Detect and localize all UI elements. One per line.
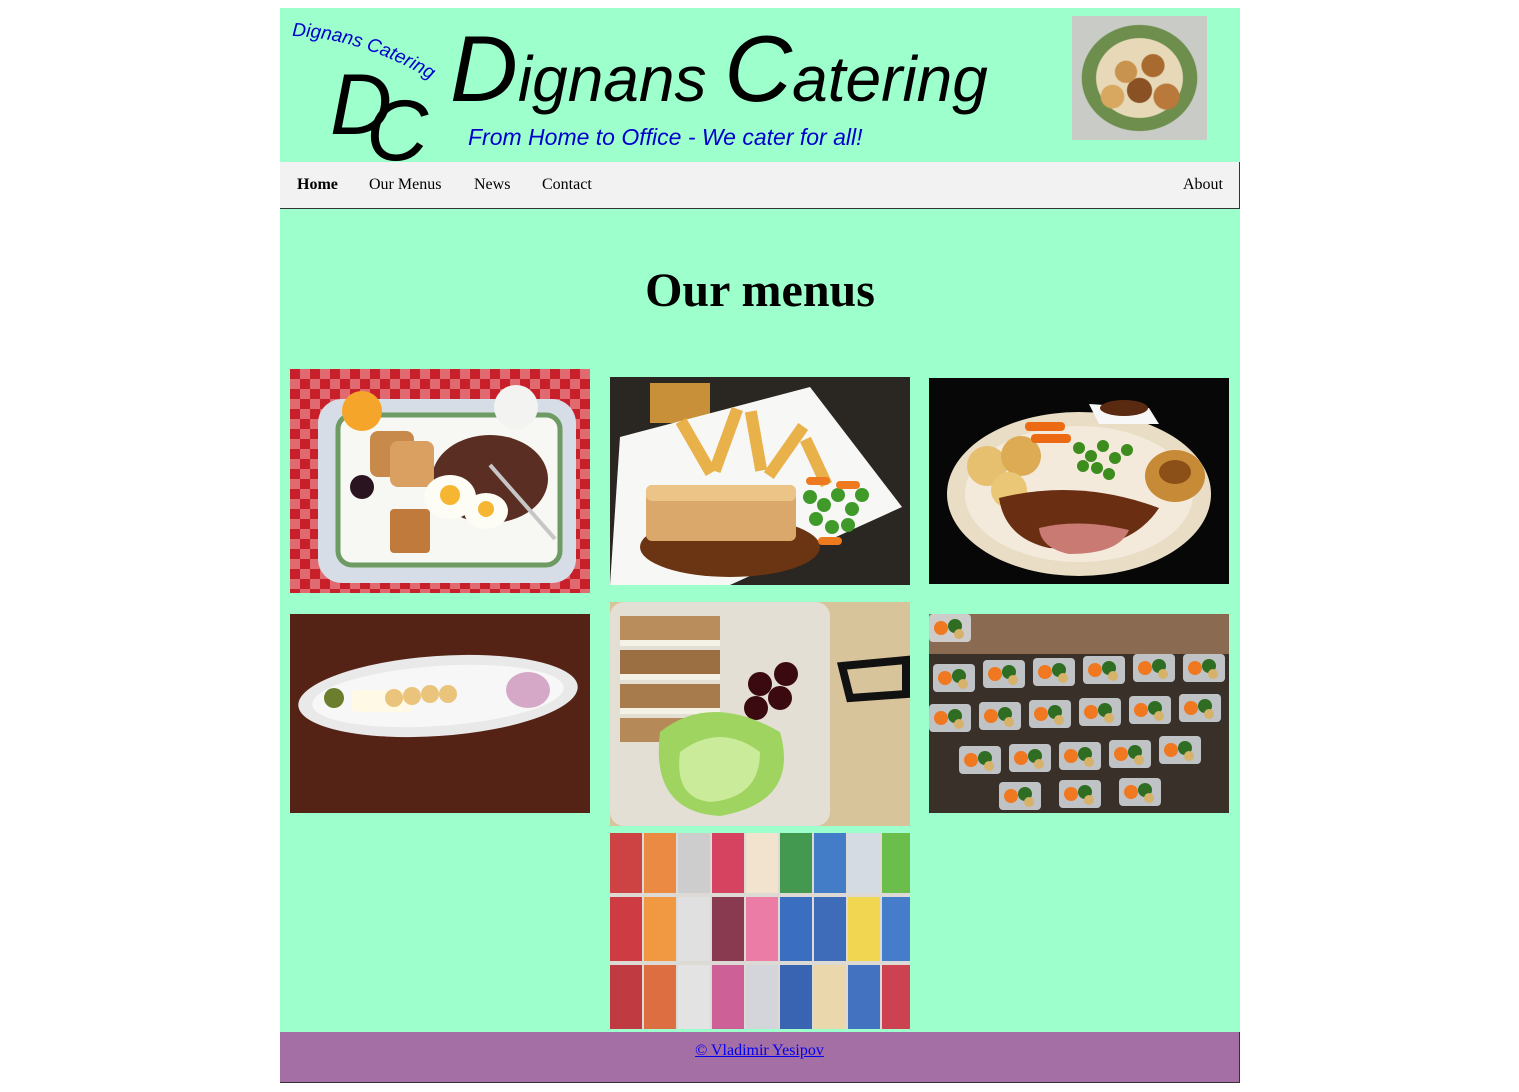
drinks-menu-image[interactable] (610, 833, 910, 1029)
roast-menu-image[interactable] (929, 378, 1229, 584)
nav-item-our-menus[interactable]: Our Menus (353, 162, 457, 208)
nav-item-home[interactable]: Home (281, 162, 354, 208)
title-word-1: ignans (517, 43, 725, 115)
title-cap-d: D (450, 16, 518, 121)
site-footer: © Vladimir Yesipov (280, 1032, 1240, 1083)
pie-menu-image[interactable] (610, 377, 910, 585)
breakfast-menu-image[interactable] (290, 369, 590, 593)
title-word-2: atering (792, 43, 988, 115)
main-nav: Home Our Menus News Contact About (280, 162, 1240, 209)
main-content: Our menus (280, 209, 1240, 1032)
logo-monogram: DC (330, 62, 428, 174)
lunchbox-menu-image[interactable] (610, 602, 910, 826)
logo[interactable]: Dignans Catering DC (290, 16, 440, 174)
footer-credit-link[interactable]: © Vladimir Yesipov (695, 1042, 824, 1060)
meal-prep-menu-image[interactable] (929, 614, 1229, 813)
pie-menu-illustration (610, 377, 910, 585)
meal-prep-menu-illustration (929, 614, 1229, 813)
dessert-menu-illustration (290, 614, 590, 813)
tagline: From Home to Office - We cater for all! (468, 124, 863, 150)
nav-item-about[interactable]: About (1167, 162, 1239, 208)
title-cap-c: C (724, 16, 793, 121)
header-food-photo (1072, 16, 1207, 140)
site-header: Dignans Catering DC Dignans Catering Fro… (280, 8, 1240, 174)
site-title: Dignans Catering (450, 22, 988, 116)
nav-item-news[interactable]: News (458, 162, 526, 208)
page-title: Our menus (645, 264, 875, 317)
dessert-menu-image[interactable] (290, 614, 590, 813)
roast-menu-illustration (929, 378, 1229, 584)
meal-prep-tub (929, 614, 971, 642)
lunchbox-menu-illustration (610, 602, 910, 826)
page: Dignans Catering DC Dignans Catering Fro… (280, 8, 1240, 1083)
logo-letter-d: D (330, 57, 392, 153)
nav-item-contact[interactable]: Contact (526, 162, 608, 208)
drinks-menu-illustration (610, 833, 910, 1029)
breakfast-menu-illustration (290, 369, 590, 593)
